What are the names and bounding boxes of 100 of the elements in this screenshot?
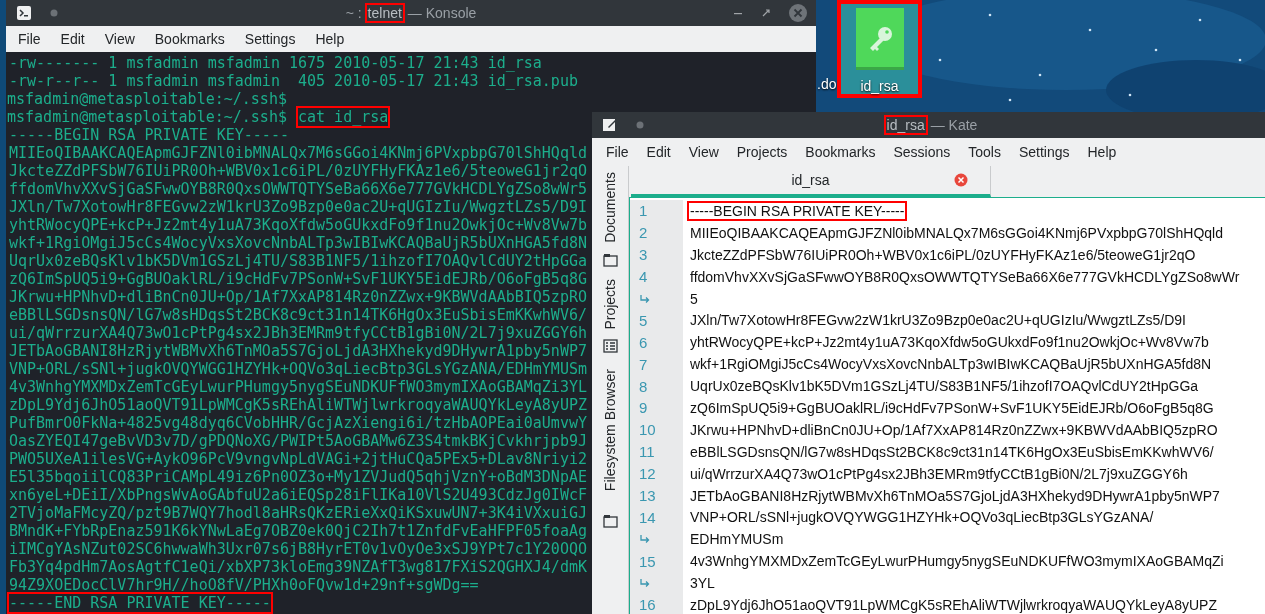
wrap-icon (639, 578, 651, 589)
close-icon[interactable] (954, 173, 968, 187)
menu-item[interactable]: Settings (1009, 144, 1079, 160)
icon-label: .do (817, 76, 837, 92)
menu-item[interactable]: Edit (50, 31, 95, 47)
line-number: 1 (639, 202, 648, 220)
line-number: 6 (639, 333, 648, 351)
code-line: ffdomVhvXXvSjGaSFwwOYB8R0QxsOWWTQTYSeBa66X6e777GVkHCDLYgZSo8wWr (689, 267, 1241, 287)
terminal-line: JETbAoGBANI8HzRjytWBMvXh6TnMOa5S7GjoLjdA3HXhekyd9DHywrA1pby5nWP7 (8, 341, 588, 362)
close-icon[interactable] (788, 3, 808, 23)
menu-item[interactable]: File (597, 144, 638, 160)
prompt-text: msfadmin@metasploitable:~/.ssh$ (7, 108, 287, 126)
code-line: JETbAoGBANI8HzRjytWBMvXh6TnMOa5S7GjoLjdA3HXhekyd9DHywrA1pby5nWP7 (689, 486, 1221, 506)
line-number: 9 (639, 399, 648, 417)
terminal-line: JkcteZZdPFSbW76IUiPR0Oh+WBV0x1c6iPL/0zUYFHyFKAz1e6/5teoweG1jr2qO (8, 161, 588, 182)
line-number: 13 (639, 487, 656, 504)
maximize-icon[interactable] (760, 7, 772, 19)
terminal-line: E5l35bqoiilCQ83PriCAMpL49iz6Pn0OZ3o+My1ZVJudQ5qhjVznY+oBdM3DNpAE (8, 467, 588, 488)
terminal-line: MIIEoQIBAAKCAQEApmGJFZNl0ibMNALQx7M6sGGoi4KNmj6PVxpbpG70lShHQqld (8, 143, 588, 164)
edit-icon (602, 117, 618, 133)
menu-item[interactable]: View (679, 144, 728, 160)
terminal-line: PufBmrO0FkNa+4825vg48dyq6CVobHHR/GcjAzXiengi6i/tzHbAOPEai0aUmvwY (8, 413, 588, 434)
folder-icon (602, 252, 618, 267)
terminal-line: -rw------- 1 msfadmin msfadmin 1675 2010-05-17 21:43 id_rsa (8, 53, 543, 74)
line-number: 10 (639, 421, 656, 439)
sidebar-tab[interactable]: Documents (602, 172, 618, 243)
line-number: 15 (639, 552, 656, 570)
terminal-line: iIMCgYAsNZut02SC6hwwaWh3Uxr07s6jB8HyrET0v1vOyOe3xSJ9YPt7c1Y20OQO (8, 539, 588, 560)
code-line: zDpL9Ydj6JhO51aoQVT91LpWMCgK5sREhAliWTWjlwrkroqyaWAUQYkLeyA8yUPZ (689, 595, 1218, 614)
terminal-line: wkf+1RgiOMgiJ5cCs4WocyVxsXovcNnbALTp3wIBIwKCAQBaUjR5bUXnHGA5fd8N (8, 233, 588, 254)
terminal-line: zQ6ImSpUQ5i9+GgBUOaklRL/i9cHdFv7PSonW+SvF1UKY5EidEJRb/O6oFgB5q8G (8, 269, 588, 290)
line-number: 3 (639, 246, 648, 264)
menu-item[interactable]: Bookmarks (796, 144, 885, 160)
terminal-line: VNP+ORL/sSNl+jugkOVQYWGG1HZYHk+OQVo3qLiecBtp3GLsYGzANA/EDHmYMUSm (8, 359, 588, 380)
folder-icon (602, 513, 618, 528)
menu-item[interactable]: Settings (234, 31, 306, 47)
code-line: JkcteZZdPFSbW76IUiPR0Oh+WBV0x1c6iPL/0zUYFHyFKAz1e6/5teoweG1jr2qO (689, 245, 1197, 265)
terminal-line: JXln/Tw7XotowHr8FEGvw2zW1krU3Zo9Bzp0e0ac2U+qUGIzIu/WwgztLZs5/D9I (8, 197, 588, 218)
terminal-line: UqrUx0zeBQsKlv1bK5DVm1GSzLj4TU/S83B1NF5/1ihzofI7OAQvlCdUY2tHpGGa (8, 251, 588, 272)
wrap-icon (639, 293, 651, 304)
window-title: telnet (366, 5, 403, 21)
menu-item[interactable]: View (94, 31, 145, 47)
line-number: 4 (639, 268, 648, 286)
prompt-text: msfadmin@metasploitable:~/.ssh$ (7, 90, 287, 108)
list-icon (602, 339, 618, 354)
terminal-line: eBBlLSGDsnsQN/lG7w8sHDqsSt2BCK8c9ct31n14TK6HgOx3EuSbisEmKKwhWV6/ (8, 305, 588, 326)
code-line: JXln/Tw7XotowHr8FEGvw2zW1krU3Zo9Bzp0e0ac2U+qUGIzIu/WwgztLZs5/D9I (689, 311, 1187, 331)
line-number: 16 (639, 596, 656, 614)
desktop-icon[interactable]: id_rsa (837, 0, 922, 98)
code-line: EDHmYMUSm (689, 530, 785, 550)
window-title: id_rsa (885, 117, 926, 133)
terminal-line: PWO5UXeA1ilesVG+AykO96PcV9vngvNpLdVAGi+2jtHuCQa5PEx5+DLav8Nriyi2 (8, 449, 588, 470)
code-line: MIIEoQIBAAKCAQEApmGJFZNl0ibMNALQx7M6sGGoi4KNmj6PVxpbpG70lShHQqld (689, 223, 1224, 243)
terminal-line: -rw-r--r-- 1 msfadmin msfadmin 405 2010-05-17 21:43 id_rsa.pub (8, 72, 579, 92)
menu-item[interactable]: Bookmarks (144, 31, 235, 47)
code-line: VNP+ORL/sSNl+jugkOVQYWGG1HZYHk+OQVo3qLiecBtp3GLsYGzANA/ (689, 508, 1155, 528)
window-title: — Konsole (406, 5, 478, 21)
code-line: yhtRWocyQPE+kcP+Jz2mt4y1uA73KqoXfdw5oGUkxdFo9f1nu2OwkjOc+Wv8Vw7b (689, 333, 1210, 353)
code-line: ui/qWrrzurXA4Q73wO1cPtPg4sx2JBh3EMRm9tfyCCtB1gBi0N/2L7j9xuZGGY6h (689, 464, 1189, 484)
pin-icon[interactable] (50, 9, 58, 17)
line-number: 2 (639, 224, 648, 242)
terminal-line: Fb3Yq4pdHm7AosAgtfC1eQi/xbXP73kloEmg39NZAfT3wg817FXiS2QGHXJ4/dmK (8, 557, 588, 578)
terminal-icon (16, 5, 32, 21)
command-text: cat id_rsa (296, 106, 391, 128)
terminal-line: yhtRWocyQPE+kcP+Jz2mt4y1uA73KqoXfdw5oGUkxdFo9f1nu2OwkjOc+Wv8Vw7b (8, 215, 588, 236)
sidebar-tab[interactable]: Projects (602, 278, 618, 330)
pin-icon[interactable] (636, 121, 644, 129)
code-line: wkf+1RgiOMgiJ5cCs4WocyVxsXovcNnbALTp3wIBIwKCAQBaUjR5bUXnHGA5fd8N (689, 355, 1213, 375)
code-line: 4v3WnhgYMXMDxZemTcGEyLwurPHumgy5nygSEuNDKUFfWO3mymIXAoGBAMqZi (689, 552, 1225, 572)
line-number: 12 (639, 465, 656, 483)
code-line: 3YL (689, 574, 716, 594)
terminal-line: -----BEGIN RSA PRIVATE KEY----- (8, 125, 290, 146)
key-file-icon (855, 8, 904, 70)
menu-item[interactable]: Help (1078, 144, 1126, 160)
code-line: 5 (689, 289, 699, 309)
menu-item[interactable]: Edit (637, 144, 680, 160)
sidebar-tab[interactable]: Filesystem Browser (602, 369, 618, 492)
terminal-line: BMndK+FYbRpEnaz591K6kYNwLaEg7OBZ0ek0QjC2Ih7t1ZnfdFvEaHFPF05foaAg (8, 521, 588, 542)
terminal-line: ffdomVhvXXvSjGaSFwwOYB8R0QxsOWWTQTYSeBa66X6e777GVkHCDLYgZSo8wWr5 (8, 179, 588, 200)
terminal-line: 4v3WnhgYMXMDxZemTcGEyLwurPHumgy5nygSEuNDKUFfWO3mymIXAoGBAMqZi3YL (8, 377, 588, 398)
terminal-line: 2TVjoMaFMcyZQ/pzt9B7WQY7hodl8aHRsQKzERieXxQiKSxuwUN7+3K4iVXxuiGJ (8, 503, 588, 524)
window-title: — Kate (929, 117, 979, 133)
terminal-line: zDpL9Ydj6JhO51aoQVT91LpWMCgK5sREhAliWTWjlwrkroqyaWAUQYkLeyA8yUPZ (8, 395, 588, 416)
terminal-line: ui/qWrrzurXA4Q73wO1cPtPg4sx2JBh3EMRm9tfyCCtB1gBi0N/2L7j9xuZGGY6h (8, 323, 588, 344)
menu-item[interactable]: Help (305, 31, 355, 47)
menu-item[interactable]: Tools (959, 144, 1010, 160)
terminal-line: OasZYEQI47geBvVD3v7D/gPDQNoXG/PWIPt5AoGBAMw6Z3S4tmkBKjCvkhrjpb9J (8, 431, 588, 452)
code-line: eBBlLSGDsnsQN/lG7w8sHDqsSt2BCK8c9ct31n14TK6HgOx3EuSbisEmKKwhWV6/ (689, 442, 1215, 462)
window-title: ~ : (344, 5, 363, 21)
menu-item[interactable]: File (8, 31, 51, 47)
line-number: 7 (639, 355, 648, 373)
code-line: zQ6ImSpUQ5i9+GgBUOaklRL/i9cHdFv7PSonW+SvF1UKY5EidEJRb/O6oFgB5q8G (689, 398, 1215, 418)
code-line: JKrwu+HPNhvD+dliBnCn0JU+Op/1Af7XxAP814Rz0nZZwx+9KBWVdAAbBIQ5zpRO (689, 420, 1219, 440)
line-number: 8 (639, 377, 648, 395)
terminal-line: JKrwu+HPNhvD+dliBnCn0JU+Op/1Af7XxAP814Rz0nZZwx+9KBWVdAAbBIQ5zpRO (8, 287, 588, 308)
menu-item[interactable]: Sessions (884, 144, 960, 160)
code-line: UqrUx0zeBQsKlv1bK5DVm1GSzLj4TU/S83B1NF5/1ihzofI7OAQvlCdUY2tHpGGa (689, 377, 1200, 397)
wrap-icon (639, 534, 651, 545)
line-number: 5 (639, 311, 648, 329)
menu-item[interactable]: Projects (727, 144, 797, 160)
